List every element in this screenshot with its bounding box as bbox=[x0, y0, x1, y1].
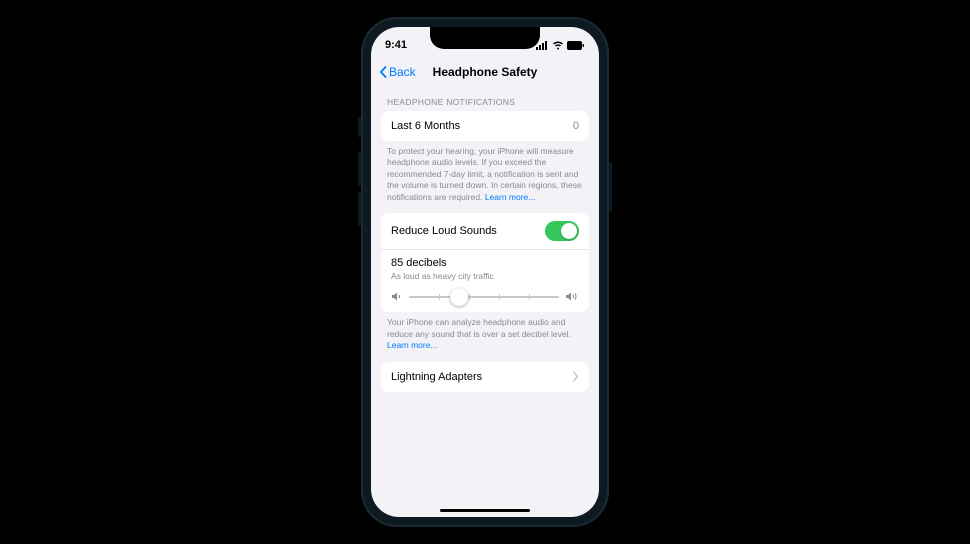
chevron-left-icon bbox=[379, 66, 387, 78]
reduce-learn-more-link[interactable]: Learn more... bbox=[387, 340, 438, 350]
reduce-toggle[interactable] bbox=[545, 221, 579, 241]
reduce-footer: Your iPhone can analyze headphone audio … bbox=[381, 312, 589, 361]
slider-thumb[interactable] bbox=[450, 288, 468, 306]
content: HEADPHONE NOTIFICATIONS Last 6 Months 0 … bbox=[371, 87, 599, 392]
status-time: 9:41 bbox=[385, 39, 407, 51]
speaker-low-icon bbox=[391, 291, 403, 302]
battery-icon bbox=[567, 41, 585, 50]
notifications-footer: To protect your hearing, your iPhone wil… bbox=[381, 141, 589, 213]
back-label: Back bbox=[389, 65, 416, 79]
decibel-sub: As loud as heavy city traffic bbox=[391, 271, 579, 281]
decibel-slider[interactable] bbox=[409, 296, 559, 298]
wifi-icon bbox=[552, 41, 564, 50]
screen: 9:41 Back Headphone Safety HEADPHONE NOT… bbox=[371, 27, 599, 517]
speaker-high-icon bbox=[565, 291, 579, 302]
lightning-adapters-row[interactable]: Lightning Adapters bbox=[381, 362, 589, 392]
reduce-toggle-row: Reduce Loud Sounds bbox=[381, 213, 589, 249]
home-indicator[interactable] bbox=[440, 509, 530, 513]
volume-down-button bbox=[358, 192, 361, 226]
adapters-label: Lightning Adapters bbox=[391, 371, 482, 383]
row-value: 0 bbox=[573, 120, 579, 132]
mute-switch bbox=[358, 117, 361, 137]
notifications-group: Last 6 Months 0 bbox=[381, 111, 589, 141]
volume-up-button bbox=[358, 152, 361, 186]
nav-bar: Back Headphone Safety bbox=[371, 57, 599, 87]
decibel-label: 85 decibels bbox=[391, 257, 579, 269]
reduce-group: Reduce Loud Sounds 85 decibels As loud a… bbox=[381, 213, 589, 312]
last-6-months-row[interactable]: Last 6 Months 0 bbox=[381, 111, 589, 141]
power-button bbox=[609, 162, 612, 212]
notch bbox=[430, 27, 540, 49]
page-title: Headphone Safety bbox=[433, 65, 538, 79]
notifications-learn-more-link[interactable]: Learn more... bbox=[485, 192, 536, 202]
phone-frame: 9:41 Back Headphone Safety HEADPHONE NOT… bbox=[361, 17, 609, 527]
chevron-right-icon bbox=[572, 371, 579, 382]
notifications-header: HEADPHONE NOTIFICATIONS bbox=[381, 87, 589, 111]
row-label: Last 6 Months bbox=[391, 120, 460, 132]
decibel-slider-row: 85 decibels As loud as heavy city traffi… bbox=[381, 249, 589, 312]
adapters-group: Lightning Adapters bbox=[381, 362, 589, 392]
status-icons bbox=[536, 41, 585, 50]
reduce-label: Reduce Loud Sounds bbox=[391, 225, 497, 237]
back-button[interactable]: Back bbox=[379, 65, 416, 79]
